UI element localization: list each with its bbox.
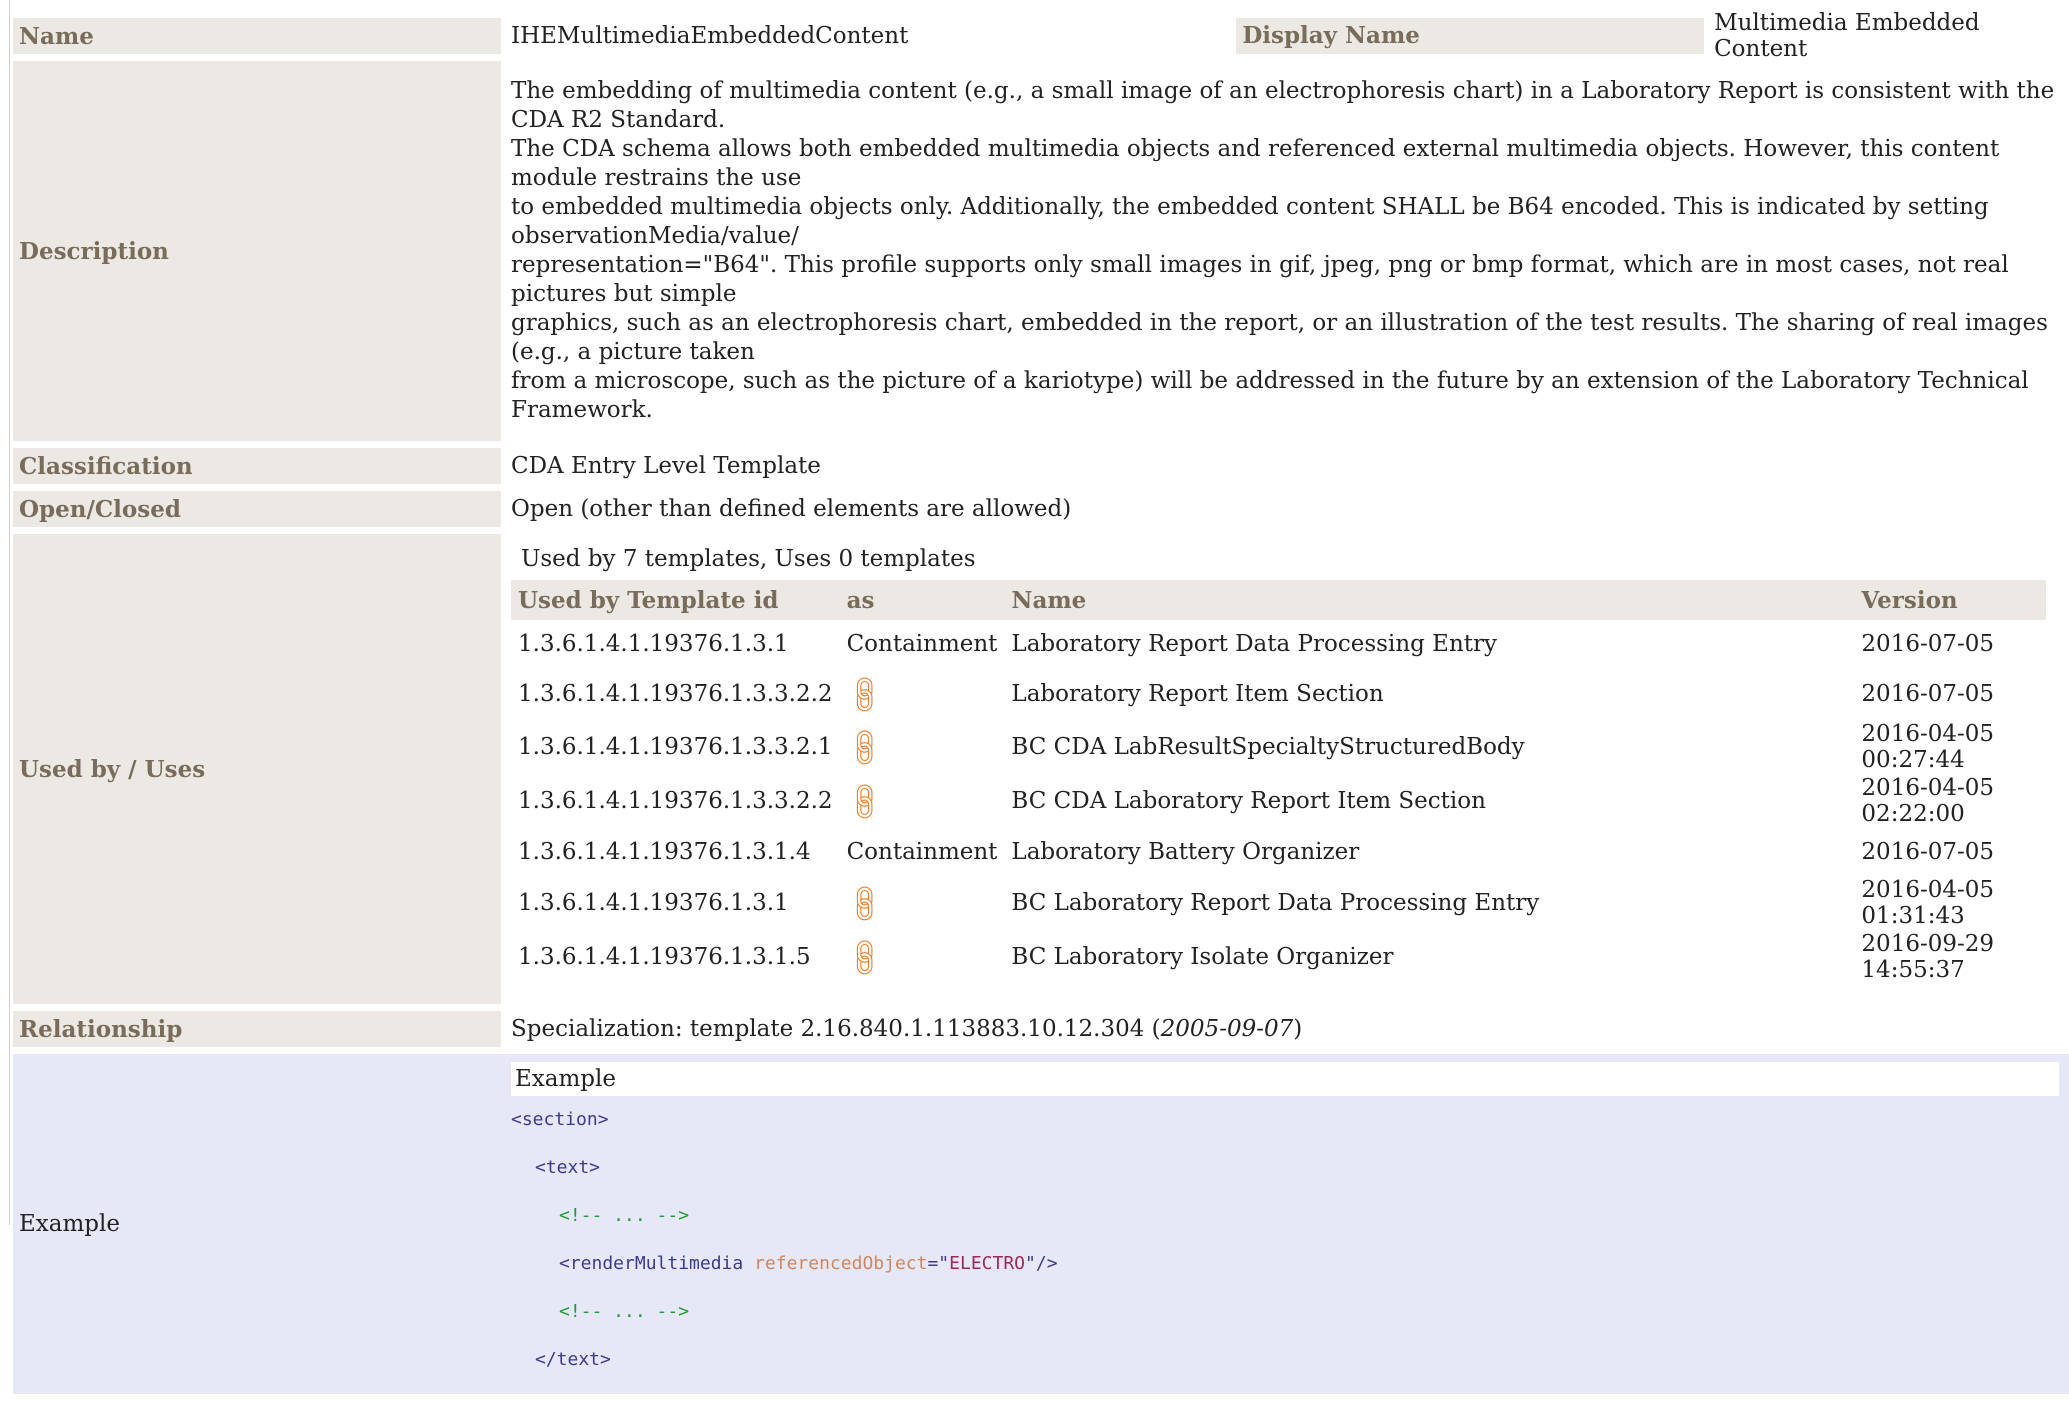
template-version: 2016-04-05 00:27:44	[1861, 721, 1995, 773]
display-name-value: Multimedia Embedded Content	[1714, 10, 1980, 62]
table-row[interactable]: 1.3.6.1.4.1.19376.1.3.1 🔗︎ BC Laboratory…	[511, 876, 2046, 930]
table-row[interactable]: 1.3.6.1.4.1.19376.1.3.1.5 🔗︎ BC Laborato…	[511, 930, 2046, 984]
template-name[interactable]: BC Laboratory Isolate Organizer	[1004, 930, 1854, 984]
code-comment: <!-- ... -->	[559, 1301, 690, 1322]
description-value: The embedding of multimedia content (e.g…	[501, 61, 2069, 441]
col-template-id: Used by Template id	[511, 580, 840, 620]
example-row: Example Example <section> <text> <!-- ..…	[13, 1054, 2069, 1394]
left-border	[9, 0, 10, 1225]
relationship-value: Specialization: template 2.16.840.1.1138…	[501, 1011, 2069, 1047]
openclosed-row: Open/Closed Open (other than defined ele…	[13, 491, 2069, 527]
name-row: Name IHEMultimediaEmbeddedContent Displa…	[13, 10, 2069, 62]
example-header: Example	[511, 1062, 2059, 1096]
template-id: 1.3.6.1.4.1.19376.1.3.1.4	[518, 839, 811, 865]
relation-as: Containment	[846, 631, 998, 657]
name-label: Name	[13, 18, 501, 54]
code-line: <text>	[535, 1157, 601, 1178]
description-line: to embedded multimedia objects only. Add…	[511, 194, 1989, 249]
code-line: <section>	[511, 1109, 609, 1130]
template-id: 1.3.6.1.4.1.19376.1.3.1	[518, 890, 789, 916]
col-as: as	[839, 580, 1005, 620]
description-line: representation="B64". This profile suppo…	[511, 252, 2009, 307]
template-name[interactable]: BC CDA Laboratory Report Item Section	[1004, 774, 1854, 828]
description-line: The CDA schema allows both embedded mult…	[511, 136, 2000, 191]
table-row[interactable]: 1.3.6.1.4.1.19376.1.3.3.2.2 🔗︎ Laborator…	[511, 668, 2046, 720]
template-version: 2016-04-05 02:22:00	[1861, 775, 1995, 827]
code-line: </text>	[535, 1349, 611, 1370]
template-id: 1.3.6.1.4.1.19376.1.3.3.2.1	[518, 734, 833, 760]
usedby-header-row: Used by Template id as Name Version	[511, 580, 2046, 620]
example-code: <section> <text> <!-- ... --> <renderMul…	[511, 1096, 2059, 1384]
template-name[interactable]: Laboratory Report Data Processing Entry	[1004, 620, 1854, 668]
description-label: Description	[13, 61, 501, 441]
relation-as: Containment	[846, 839, 998, 865]
template-id: 1.3.6.1.4.1.19376.1.3.3.2.2	[518, 681, 833, 707]
usedby-summary: Used by 7 templates, Uses 0 templates	[521, 546, 976, 572]
description-line: The embedding of multimedia content (e.g…	[511, 78, 2055, 133]
usedby-label: Used by / Uses	[13, 534, 501, 1004]
link-icon[interactable]: 🔗︎	[840, 777, 888, 825]
name-value: IHEMultimediaEmbeddedContent	[511, 23, 909, 49]
relationship-row: Relationship Specialization: template 2.…	[13, 1011, 2069, 1047]
relationship-text: Specialization: template 2.16.840.1.1138…	[511, 1016, 1161, 1042]
template-name[interactable]: Laboratory Report Item Section	[1004, 668, 1854, 720]
example-label: Example	[13, 1054, 501, 1394]
link-icon[interactable]: 🔗︎	[840, 670, 888, 718]
template-id: 1.3.6.1.4.1.19376.1.3.3.2.2	[518, 788, 833, 814]
col-name: Name	[1004, 580, 1855, 620]
description-line: from a microscope, such as the picture o…	[511, 368, 2029, 423]
usedby-table: Used by Template id as Name Version 1.3.…	[511, 580, 2046, 984]
openclosed-value: Open (other than defined elements are al…	[511, 496, 1072, 522]
relationship-label: Relationship	[13, 1011, 501, 1047]
description-row: Description The embedding of multimedia …	[13, 61, 2069, 441]
relationship-close: )	[1293, 1016, 1303, 1042]
template-id: 1.3.6.1.4.1.19376.1.3.1.5	[518, 944, 811, 970]
display-name-label: Display Name	[1236, 18, 1705, 54]
description-line: graphics, such as an electrophoresis cha…	[511, 310, 2048, 365]
classification-label: Classification	[13, 448, 501, 484]
template-name[interactable]: Laboratory Battery Organizer	[1004, 828, 1854, 876]
classification-row: Classification CDA Entry Level Template	[13, 448, 2069, 484]
code-line: <renderMultimedia referencedObject="ELEC…	[559, 1253, 1058, 1274]
template-detail-page: Name IHEMultimediaEmbeddedContent Displa…	[0, 0, 2069, 1394]
template-version: 2016-07-05	[1861, 839, 1995, 865]
openclosed-label: Open/Closed	[13, 491, 501, 527]
classification-value: CDA Entry Level Template	[511, 453, 821, 479]
relationship-date: 2005-09-07	[1160, 1016, 1294, 1042]
template-id: 1.3.6.1.4.1.19376.1.3.1	[518, 631, 789, 657]
link-icon[interactable]: 🔗︎	[840, 879, 888, 927]
template-version: 2016-07-05	[1861, 631, 1995, 657]
link-icon[interactable]: 🔗︎	[840, 933, 888, 981]
template-name[interactable]: BC Laboratory Report Data Processing Ent…	[1004, 876, 1854, 930]
template-name[interactable]: BC CDA LabResultSpecialtyStructuredBody	[1004, 720, 1854, 774]
template-version: 2016-07-05	[1861, 681, 1995, 707]
table-row[interactable]: 1.3.6.1.4.1.19376.1.3.1 Containment Labo…	[511, 620, 2046, 668]
code-comment: <!-- ... -->	[559, 1205, 690, 1226]
template-version: 2016-09-29 14:55:37	[1861, 931, 1995, 983]
table-row[interactable]: 1.3.6.1.4.1.19376.1.3.3.2.2 🔗︎ BC CDA La…	[511, 774, 2046, 828]
link-icon[interactable]: 🔗︎	[840, 723, 888, 771]
table-row[interactable]: 1.3.6.1.4.1.19376.1.3.3.2.1 🔗︎ BC CDA La…	[511, 720, 2046, 774]
usedby-row: Used by / Uses Used by 7 templates, Uses…	[13, 534, 2069, 1004]
template-properties-table: Name IHEMultimediaEmbeddedContent Displa…	[13, 10, 2069, 1401]
col-version: Version	[1854, 580, 2046, 620]
template-version: 2016-04-05 01:31:43	[1861, 877, 1995, 929]
table-row[interactable]: 1.3.6.1.4.1.19376.1.3.1.4 Containment La…	[511, 828, 2046, 876]
